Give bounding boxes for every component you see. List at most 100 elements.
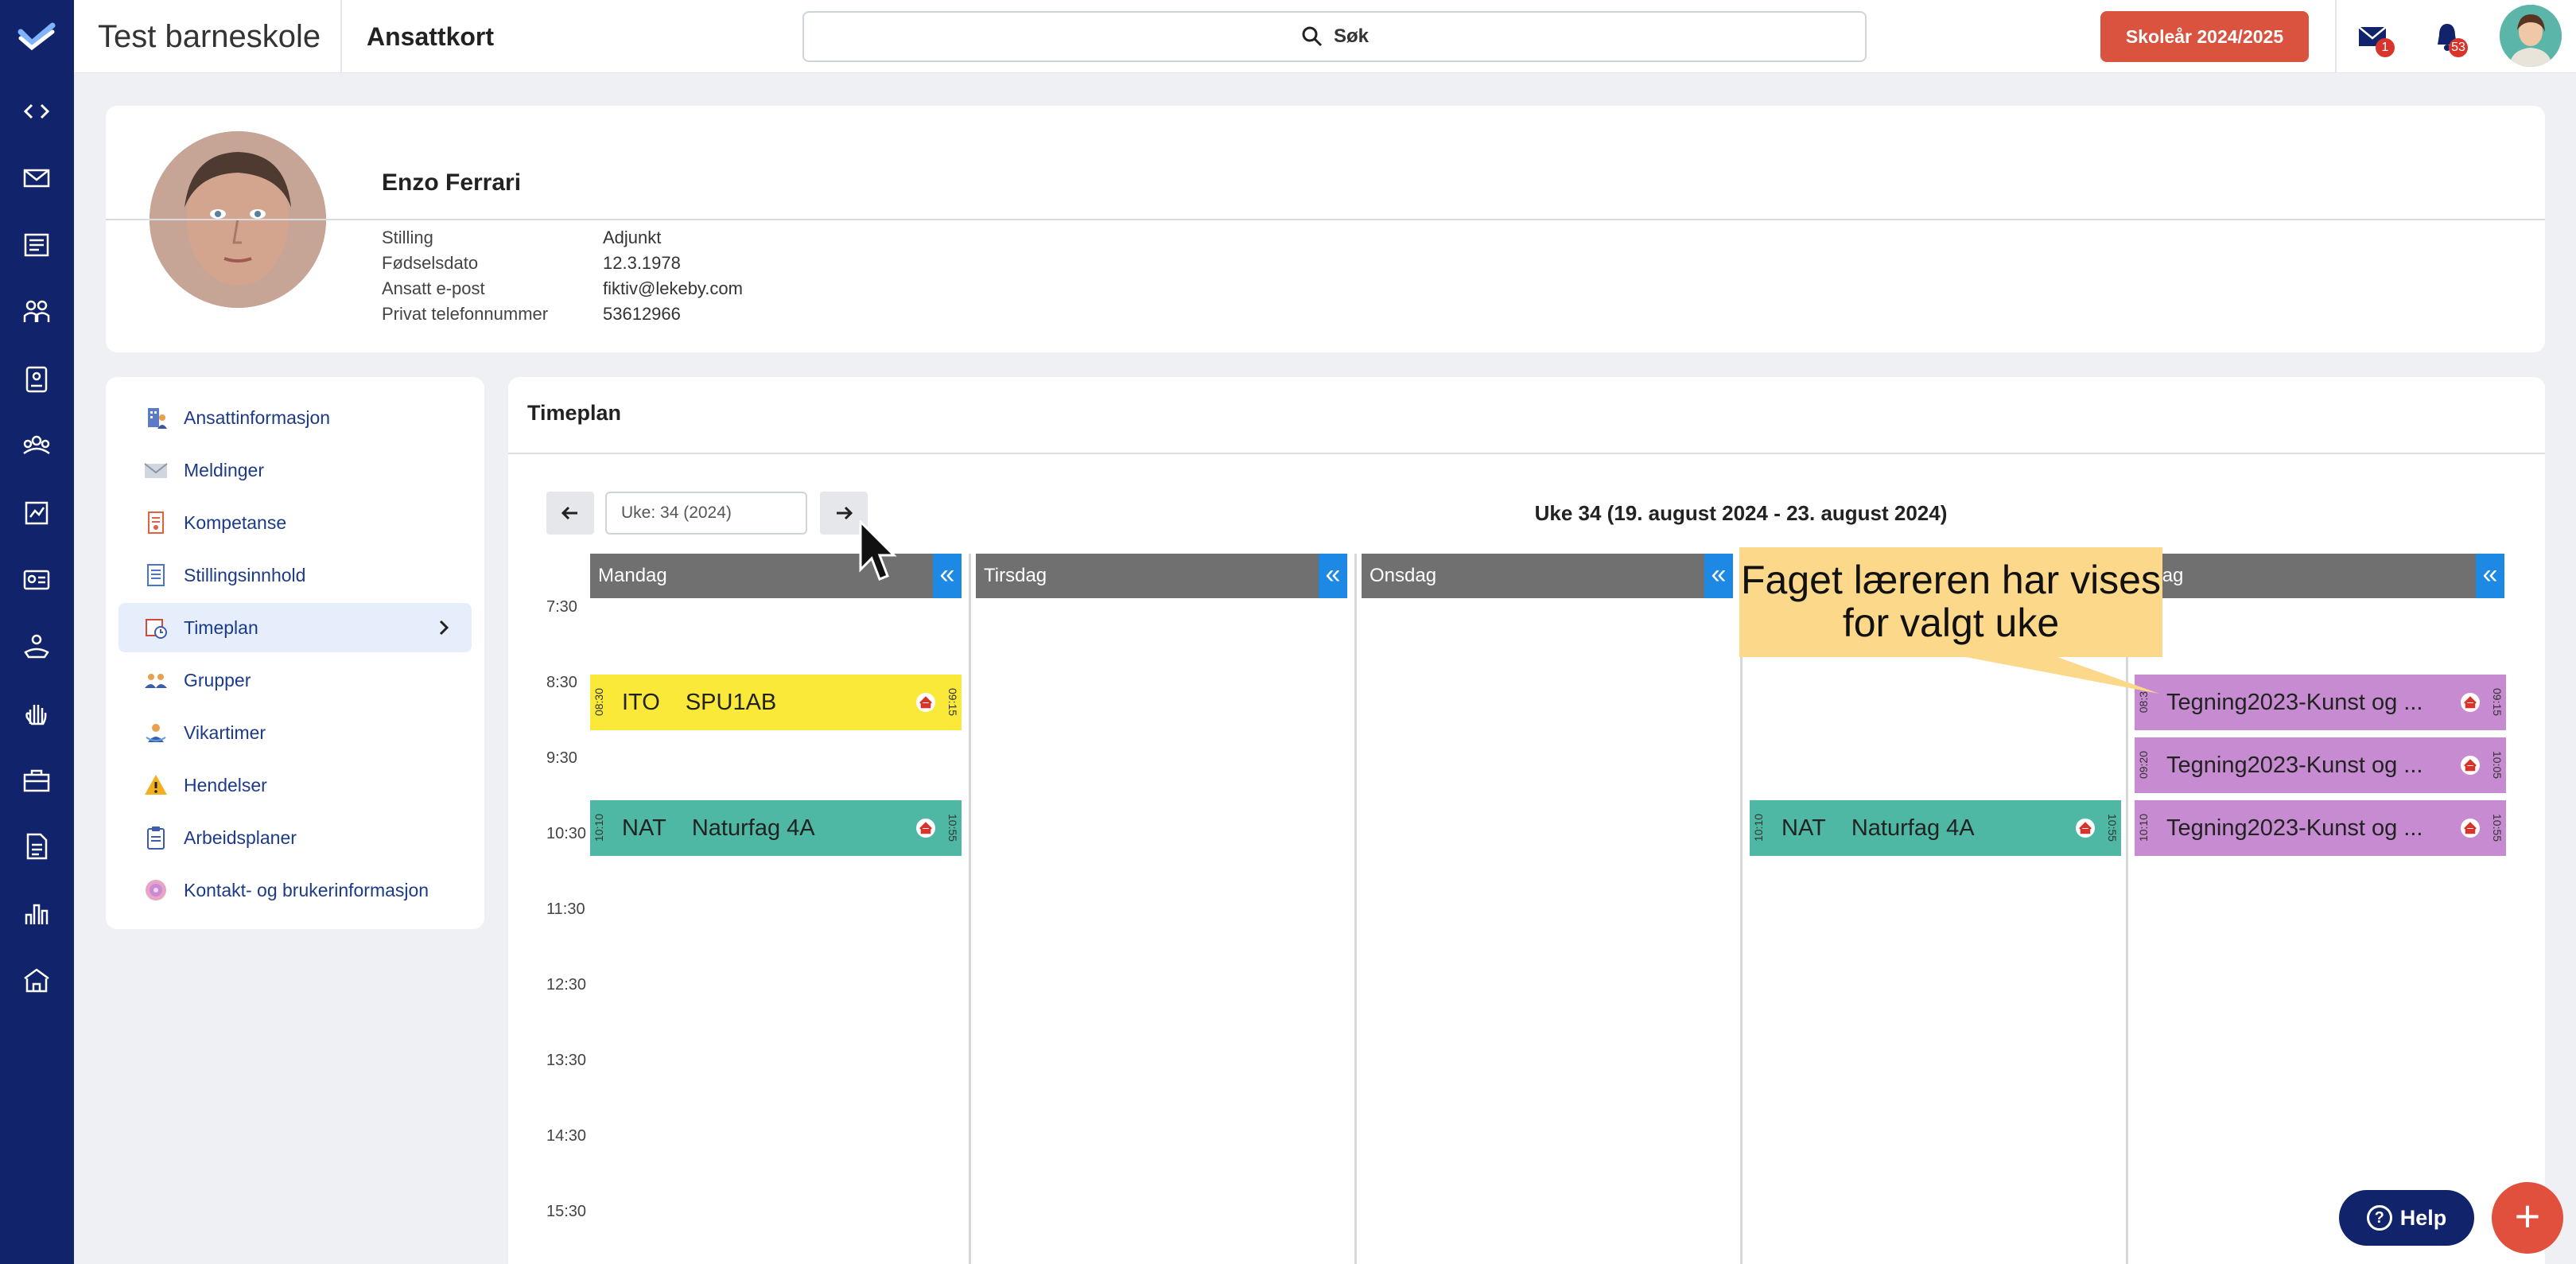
home-icon [2076,819,2095,838]
lesson-block[interactable]: 09:20 Tegning2023-Kunst og ... 10:05 [2135,737,2506,793]
lesson-start: 10:10 [1752,814,1765,842]
day-header-tirsdag: Tirsdag [976,554,1347,598]
menu-label: Meldinger [184,459,264,480]
menu-item-ansattinformasjon[interactable]: Ansattinformasjon [119,393,472,442]
info-label: Privat telefonnummer [382,304,549,324]
people-icon[interactable] [17,293,56,331]
home-icon [916,819,935,838]
collapse-day-button[interactable]: « [933,554,962,598]
groups-icon[interactable] [17,426,56,465]
hand-icon[interactable] [17,694,56,732]
collapse-day-button[interactable]: « [1319,554,1347,598]
week-input[interactable]: Uke: 34 (2024) [605,492,807,535]
lesson-start: 10:10 [593,814,605,842]
badge-icon[interactable] [17,360,56,398]
info-row: Privat telefonnummer 53612966 [382,301,743,327]
menu-item-kontakt[interactable]: Kontakt- og brukerinformasjon [119,865,472,915]
person-hands-icon[interactable] [17,627,56,665]
mail-icon[interactable] [17,159,56,197]
lesson-end: 10:55 [2106,814,2119,842]
clipboard-icon [142,824,169,851]
callout-pointer [1941,652,2159,694]
lesson-code: NAT [1781,815,1826,841]
news-icon[interactable] [17,226,56,264]
briefcase-icon[interactable] [17,760,56,799]
substitute-icon [142,719,169,746]
search-icon [1302,26,1323,47]
menu-item-hendelser[interactable]: Hendelser [119,760,472,810]
home-icon [2461,756,2480,775]
lesson-end: 10:55 [2491,814,2504,842]
app-logo[interactable] [17,21,56,53]
school-icon[interactable] [17,961,56,999]
contact-icon [142,877,169,904]
divider [508,453,2545,454]
lesson-block[interactable]: 08:3 Tegning2023-Kunst og ... 09:15 [2135,675,2506,730]
lesson-subject: Tegning2023-Kunst og ... [2166,752,2423,778]
menu-label: Vikartimer [184,721,266,743]
home-icon [2461,819,2480,838]
menu-item-timeplan[interactable]: Timeplan [119,603,472,652]
divider [106,219,2545,220]
document-icon[interactable] [17,827,56,865]
info-label: Fødselsdato [382,253,479,273]
collapse-day-button[interactable]: « [2476,554,2504,598]
lesson-start: 10:10 [2137,814,2150,842]
menu-label: Grupper [184,669,251,690]
code-toggle-icon[interactable] [17,92,56,130]
menu-item-meldinger[interactable]: Meldinger [119,445,472,495]
group-icon [142,667,169,694]
lesson-subject: SPU1AB [685,689,777,715]
collapse-day-button[interactable]: « [1704,554,1733,598]
search-input[interactable]: Søk [802,11,1867,62]
lesson-end: 09:15 [2491,688,2504,717]
column-divider [1354,554,1357,1264]
menu-item-kompetanse[interactable]: Kompetanse [119,498,472,547]
top-bar: Test barneskole Ansattkort Søk Skoleår 2… [74,0,2576,73]
lesson-block[interactable]: 08:30 ITO SPU1AB 09:15 [590,675,962,730]
lesson-block[interactable]: 10:10 NAT Naturfag 4A 10:55 [590,800,962,856]
info-value: fiktiv@lekeby.com [603,278,743,298]
menu-label: Arbeidsplaner [184,826,297,848]
lesson-end: 10:55 [946,814,959,842]
id-card-icon[interactable] [17,560,56,598]
user-avatar[interactable] [2500,5,2562,67]
lesson-subject: Naturfag 4A [691,815,815,841]
hour-label: 11:30 [546,900,585,918]
home-icon [2461,693,2480,712]
lesson-code: ITO [622,689,660,715]
messages-button[interactable]: 1 [2356,21,2395,57]
help-button[interactable]: ? Help [2339,1190,2474,1246]
warning-icon [142,772,169,799]
bar-chart-icon[interactable] [17,894,56,932]
info-value: 12.3.1978 [603,253,681,273]
lesson-subject: Tegning2023-Kunst og ... [2166,689,2423,715]
info-value: Adjunkt [603,228,662,247]
question-icon: ? [2366,1205,2392,1231]
home-icon [916,693,935,712]
column-divider [969,554,971,1264]
chevron-right-icon [439,620,449,636]
profile-card: Enzo Ferrari Stilling Adjunkt Fødselsdato… [106,106,2545,352]
previous-week-button[interactable] [546,492,594,535]
week-range: Uke 34 (19. august 2024 - 23. august 202… [1534,501,1948,525]
add-button[interactable]: + [2492,1182,2563,1254]
lesson-block[interactable]: 10:10 NAT Naturfag 4A 10:55 [1750,800,2121,856]
school-year-button[interactable]: Skoleår 2024/2025 [2100,11,2309,62]
school-name: Test barneskole [98,19,321,54]
info-label: Stilling [382,228,433,247]
menu-item-arbeidsplaner[interactable]: Arbeidsplaner [119,813,472,862]
menu-item-grupper[interactable]: Grupper [119,655,472,705]
notifications-button[interactable]: 53 [2431,21,2468,57]
lesson-block[interactable]: 10:10 Tegning2023-Kunst og ... 10:55 [2135,800,2506,856]
arrow-right-icon [837,506,853,520]
hour-label: 15:30 [546,1203,587,1220]
search-label: Søk [1333,25,1369,47]
menu-item-vikartimer[interactable]: Vikartimer [119,708,472,757]
menu-item-stillingsinnhold[interactable]: Stillingsinnhold [119,550,472,600]
timeplan-card: Timeplan Uke: 34 (2024) Uke 34 (19. augu… [508,377,2545,1264]
lesson-subject: Naturfag 4A [1851,815,1975,841]
messages-badge: 1 [2376,38,2395,57]
report-icon[interactable] [17,493,56,531]
document-list-icon [142,562,169,589]
